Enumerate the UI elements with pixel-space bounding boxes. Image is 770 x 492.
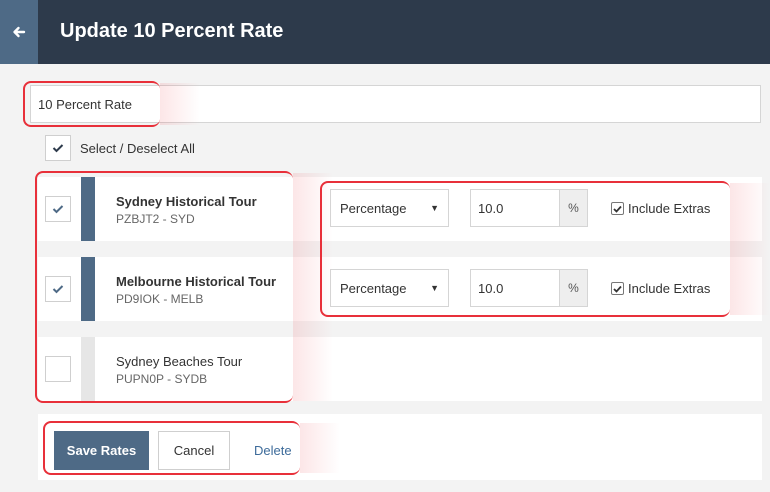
include-extras-checkbox[interactable]	[611, 282, 624, 295]
rate-type-select[interactable]: Percentage ▼	[330, 189, 449, 227]
page-title: Update 10 Percent Rate	[60, 20, 284, 42]
arrow-left-icon	[13, 26, 26, 38]
caret-down-icon: ▼	[430, 203, 439, 213]
delete-link[interactable]: Delete	[254, 443, 292, 458]
checkmark-icon	[52, 205, 64, 214]
cancel-button[interactable]: Cancel	[158, 431, 230, 470]
action-bar: Save Rates Cancel Delete	[38, 414, 762, 480]
rate-amount-input[interactable]	[470, 269, 559, 307]
percent-addon: %	[559, 269, 588, 307]
percent-addon: %	[559, 189, 588, 227]
row-selected-indicator	[81, 177, 95, 241]
tour-select-checkbox[interactable]	[45, 356, 71, 382]
row-selected-indicator	[81, 257, 95, 321]
row-selected-indicator	[81, 337, 95, 401]
top-bar: Update 10 Percent Rate	[0, 0, 770, 64]
tour-row: Sydney Historical Tour PZBJT2 - SYD Perc…	[38, 177, 762, 241]
tour-name: Melbourne Historical Tour	[116, 274, 277, 289]
select-all-label: Select / Deselect All	[80, 141, 195, 156]
rate-name-input[interactable]	[30, 85, 761, 123]
tour-name: Sydney Historical Tour	[116, 194, 257, 209]
tour-code: PZBJT2 - SYD	[116, 212, 195, 226]
checkmark-icon	[52, 144, 64, 153]
include-extras-label: Include Extras	[628, 281, 711, 296]
tour-select-checkbox[interactable]	[45, 276, 71, 302]
include-extras-label: Include Extras	[628, 201, 711, 216]
rate-type-value: Percentage	[340, 200, 407, 216]
checkmark-icon	[613, 285, 622, 293]
checkmark-icon	[52, 285, 64, 294]
tour-code: PUPN0P - SYDB	[116, 372, 208, 386]
save-rates-button[interactable]: Save Rates	[54, 431, 149, 470]
rate-type-value: Percentage	[340, 280, 407, 296]
tour-select-checkbox[interactable]	[45, 196, 71, 222]
include-extras-checkbox[interactable]	[611, 202, 624, 215]
rate-type-select[interactable]: Percentage ▼	[330, 269, 449, 307]
rate-amount-input[interactable]	[470, 189, 559, 227]
tour-code: PD9IOK - MELB	[116, 292, 204, 306]
back-button[interactable]	[0, 0, 38, 64]
caret-down-icon: ▼	[430, 283, 439, 293]
checkmark-icon	[613, 205, 622, 213]
select-all-checkbox[interactable]	[45, 135, 71, 161]
tour-name: Sydney Beaches Tour	[116, 354, 243, 369]
tour-row: Melbourne Historical Tour PD9IOK - MELB …	[38, 257, 762, 321]
tour-row: Sydney Beaches Tour PUPN0P - SYDB	[38, 337, 762, 401]
